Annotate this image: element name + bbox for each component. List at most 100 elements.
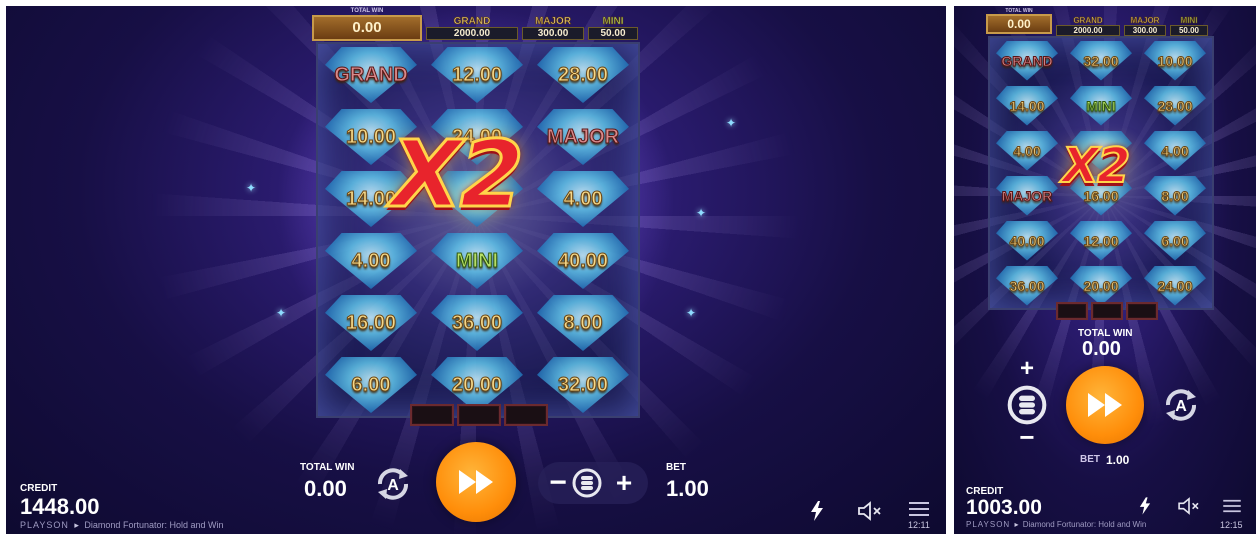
reel-cell: MAJOR — [530, 106, 636, 168]
lightning-icon[interactable] — [1136, 496, 1154, 516]
speaker-muted-icon[interactable] — [856, 500, 884, 522]
reel-cell: GRAND — [318, 44, 424, 106]
reel-cell-value: 12.00 — [1083, 232, 1119, 249]
reel-grid: GRAND 12.00 28.00 10.00 24.00 MAJOR 14.00 4.00 4… — [316, 42, 640, 418]
reel-cell: 12.00 — [424, 44, 530, 106]
respin-slot — [1056, 302, 1088, 320]
jackpot-total-win: TOTAL WIN 0.00 — [312, 8, 422, 42]
respin-counter — [1056, 302, 1158, 320]
reel-cell: 6.00 — [1138, 218, 1212, 263]
reel-cell-value: 14.00 — [1009, 97, 1045, 114]
jackpot-mini-value: 50.00 — [1170, 25, 1208, 36]
reel-cell-value: 14.00 — [345, 187, 397, 210]
bet-increase-button[interactable]: + — [1016, 355, 1038, 382]
hamburger-menu-icon[interactable] — [1222, 498, 1242, 514]
autoplay-icon[interactable]: A — [370, 461, 416, 507]
reel-cell-value: 32.00 — [1083, 52, 1119, 69]
reel-cell: 28.00 — [530, 44, 636, 106]
jackpot-mini-label: MINI — [602, 16, 624, 28]
reel-cell: 6.00 — [318, 354, 424, 416]
respin-slot — [1091, 302, 1123, 320]
jackpot-grand-label: GRAND — [453, 16, 491, 28]
reel-cell-value: 20.00 — [1083, 277, 1119, 294]
coin-stack-icon[interactable] — [1006, 384, 1048, 426]
respin-slot — [410, 404, 454, 426]
reel-cell: 4.00 — [990, 128, 1064, 173]
reel-cell-value: 8.00 — [1161, 187, 1189, 204]
jackpot-mini-value: 50.00 — [588, 27, 638, 40]
svg-text:A: A — [1175, 398, 1187, 415]
reel-cell: 16.00 — [318, 292, 424, 354]
reel-cell-value: MINI — [455, 249, 499, 272]
reel-cell-value: GRAND — [1001, 52, 1053, 69]
game-screen-landscape: TOTAL WIN 0.00 GRAND 2000.00 MAJOR 300.0… — [6, 6, 946, 534]
jackpot-total-win-value: 0.00 — [312, 15, 422, 41]
reel-cell: 4.00 — [530, 168, 636, 230]
jackpot-major-label: MAJOR — [534, 16, 572, 28]
bet-decrease-button[interactable]: − — [1016, 422, 1038, 452]
bet-label: BET — [1080, 454, 1100, 465]
reel-cell-value: 36.00 — [451, 311, 503, 334]
spin-button[interactable] — [1066, 366, 1144, 444]
reel-cell: 12.00 — [1064, 218, 1138, 263]
sparkle-decoration: ✦ — [246, 181, 257, 195]
reel-cell-value: MINI — [1086, 97, 1117, 114]
autoplay-icon[interactable]: A — [1158, 382, 1204, 428]
lightning-icon[interactable] — [806, 500, 828, 522]
reel-cell: GRAND — [990, 38, 1064, 83]
reel-cell: 36.00 — [424, 292, 530, 354]
total-win-label: TOTAL WIN — [300, 462, 355, 473]
bet-value: 1.00 — [666, 476, 709, 501]
jackpot-grand-label: GRAND — [1073, 16, 1103, 26]
sparkle-decoration: ✦ — [726, 116, 737, 130]
reel-cell-value: MAJOR — [1001, 187, 1053, 204]
bet-decrease-button[interactable]: − — [546, 466, 570, 499]
reel-cell-value: 4.00 — [351, 249, 391, 272]
reel-cell-value: 28.00 — [557, 63, 609, 86]
game-title: Diamond Fortunator: Hold and Win — [1022, 520, 1147, 529]
bet-increase-button[interactable]: + — [612, 467, 636, 498]
fast-forward-icon — [459, 470, 493, 494]
reel-cell: 40.00 — [530, 230, 636, 292]
spin-button[interactable] — [436, 442, 516, 522]
reel-cell-value: 24.00 — [1157, 277, 1193, 294]
respin-slot — [504, 404, 548, 426]
reel-cell: 8.00 — [1138, 173, 1212, 218]
multiplier-x2: X2 — [1061, 137, 1131, 195]
jackpot-mini-label: MINI — [1180, 16, 1198, 26]
reel-cell-value: MAJOR — [546, 125, 620, 148]
jackpot-major: MAJOR 300.00 — [522, 16, 584, 40]
respin-counter — [410, 404, 548, 426]
jackpot-mini: MINI 50.00 — [1170, 16, 1208, 36]
play-icon: ▸ — [1014, 520, 1019, 529]
speaker-muted-icon[interactable] — [1176, 496, 1202, 516]
reel-cell: MAJOR — [990, 173, 1064, 218]
jackpot-mini: MINI 50.00 — [588, 16, 638, 40]
hamburger-menu-icon[interactable] — [908, 500, 930, 518]
jackpot-grand-value: 2000.00 — [1056, 25, 1120, 36]
coin-stack-icon — [572, 468, 602, 498]
total-win-value: 0.00 — [1082, 338, 1121, 360]
reel-cell: 40.00 — [990, 218, 1064, 263]
reel-cell: 4.00 — [1138, 128, 1212, 173]
sparkle-decoration: ✦ — [696, 206, 707, 220]
sparkle-decoration: ✦ — [686, 306, 697, 320]
reel-cell-value: GRAND — [334, 63, 408, 86]
credit-value: 1448.00 — [20, 494, 100, 519]
reel-cell-value: 36.00 — [1009, 277, 1045, 294]
jackpot-total-win-label: TOTAL WIN — [350, 8, 384, 14]
reel-cell-value: 10.00 — [345, 125, 397, 148]
fast-forward-icon — [1088, 393, 1122, 417]
reel-cell-value: 6.00 — [351, 373, 391, 396]
reel-cell-value: 4.00 — [1013, 142, 1041, 159]
jackpot-grand: GRAND 2000.00 — [1056, 16, 1120, 36]
reel-cell-value: 8.00 — [563, 311, 603, 334]
playson-logo: PLAYSON — [966, 520, 1011, 529]
sparkle-decoration: ✦ — [276, 306, 287, 320]
reel-cell-value: 40.00 — [557, 249, 609, 272]
game-title: Diamond Fortunator: Hold and Win — [84, 520, 224, 530]
jackpot-total-win-value: 0.00 — [986, 14, 1052, 34]
reel-cell: 28.00 — [1138, 83, 1212, 128]
play-icon: ▸ — [74, 520, 79, 530]
reel-cell-value: 20.00 — [451, 373, 503, 396]
